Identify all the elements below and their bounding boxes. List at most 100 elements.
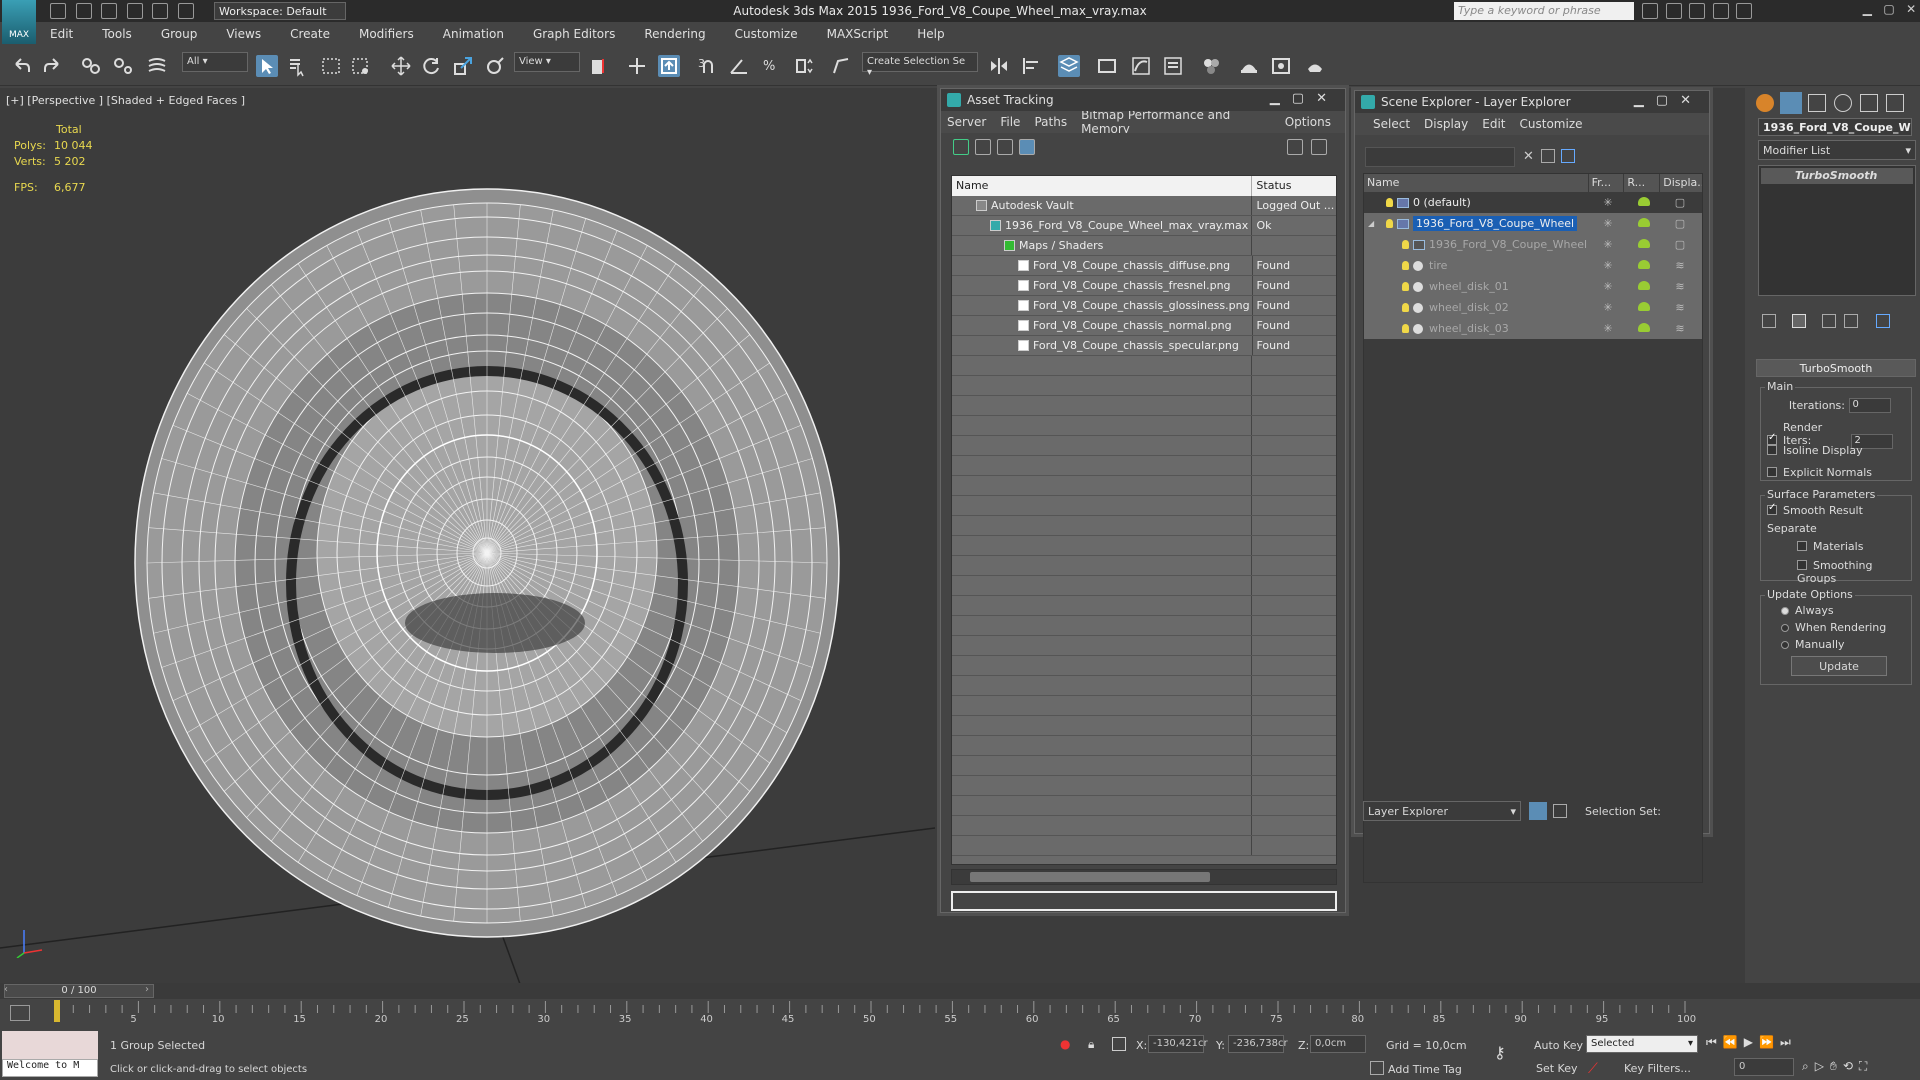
named-selection-set-dropdown[interactable]: Create Selection Se ▾ — [862, 52, 978, 78]
asset-table-row[interactable] — [952, 656, 1336, 676]
layer-mode-icon[interactable] — [1529, 802, 1547, 820]
orbit-icon[interactable]: ⟲ — [1843, 1059, 1859, 1073]
time-next-icon[interactable]: › — [145, 984, 149, 995]
vault-login-icon[interactable] — [1287, 139, 1303, 155]
freeze-snowflake-icon[interactable]: ✳ — [1590, 259, 1626, 272]
se-menu-select[interactable]: Select — [1373, 117, 1410, 131]
track-bar[interactable]: 5 10 15 20 25 30 35 40 45 50 55 60 65 70 75 80 85 90 95 100 — [0, 999, 1745, 1029]
se-col-freeze[interactable]: Fr... — [1589, 174, 1625, 192]
time-prev-icon[interactable]: ‹ — [4, 984, 8, 995]
binoculars-icon[interactable] — [1642, 3, 1658, 19]
maximize-icon[interactable]: ▢ — [1883, 2, 1894, 16]
close-icon[interactable]: ✕ — [1906, 2, 1916, 16]
scene-tree-row[interactable]: 1936_Ford_V8_Coupe_Wheel ✳ ▢ — [1364, 234, 1702, 255]
when-rendering-radio[interactable] — [1781, 624, 1789, 632]
scene-tree-row[interactable]: wheel_disk_02 ✳ ≋ — [1364, 297, 1702, 318]
menu-animation[interactable]: Animation — [429, 27, 519, 41]
render-production-icon[interactable] — [1304, 55, 1326, 77]
utilities-tab-icon[interactable] — [1886, 94, 1904, 112]
snaps-toggle-icon[interactable]: 3 — [696, 55, 718, 77]
manually-radio[interactable] — [1781, 641, 1789, 649]
smoothing-groups-checkbox[interactable] — [1797, 560, 1807, 570]
asset-table-row[interactable]: Ford_V8_Coupe_chassis_glossiness.png Foun… — [952, 296, 1336, 316]
exchange-icon[interactable] — [1712, 3, 1729, 19]
previous-frame-icon[interactable]: ⏪ — [1723, 1035, 1744, 1049]
redo-icon[interactable] — [42, 55, 64, 77]
save-file-icon[interactable] — [101, 3, 117, 19]
next-frame-icon[interactable]: ⏩ — [1759, 1035, 1780, 1049]
pin-stack-icon[interactable] — [1762, 314, 1776, 328]
freeze-snowflake-icon[interactable]: ✳ — [1590, 196, 1626, 209]
play-icon[interactable]: ▶ — [1744, 1035, 1759, 1049]
visibility-bulb-icon[interactable] — [1402, 282, 1409, 291]
asset-col-name[interactable]: Name — [952, 176, 1253, 196]
update-button[interactable]: Update — [1791, 656, 1887, 676]
visibility-bulb-icon[interactable] — [1386, 219, 1393, 228]
hierarchy-mode-icon[interactable] — [1553, 804, 1567, 818]
menu-help[interactable]: Help — [903, 27, 959, 41]
asset-table-row[interactable] — [952, 756, 1336, 776]
menu-tools[interactable]: Tools — [88, 27, 147, 41]
viewport-label[interactable]: [+] [Perspective ] [Shaded + Edged Faces… — [6, 94, 245, 107]
zoom-icon[interactable]: ⌕ — [1802, 1059, 1815, 1073]
render-setup-icon[interactable] — [1238, 55, 1260, 77]
display-mode-icon[interactable]: ≋ — [1662, 280, 1698, 293]
set-key-button[interactable]: Set Key — [1536, 1062, 1578, 1075]
asset-table-row[interactable] — [952, 356, 1336, 376]
scene-explorer-title-bar[interactable]: Scene Explorer - Layer Explorer ▁▢✕ — [1355, 91, 1709, 113]
bind-space-warp-icon[interactable] — [146, 55, 168, 77]
display-mode-icon[interactable]: ▢ — [1662, 238, 1698, 251]
redo-icon[interactable] — [152, 3, 168, 19]
menu-group[interactable]: Group — [147, 27, 213, 41]
menu-customize[interactable]: Customize — [721, 27, 813, 41]
scene-tree-row[interactable]: wheel_disk_01 ✳ ≋ — [1364, 276, 1702, 297]
communication-icon[interactable] — [1665, 3, 1682, 19]
scale-icon[interactable] — [452, 55, 474, 77]
object-name-field[interactable]: 1936_Ford_V8_Coupe_W — [1758, 118, 1912, 136]
x-coord-field[interactable]: -130,421cr — [1148, 1035, 1208, 1053]
modifier-stack-turbosmooth[interactable]: TurboSmooth — [1761, 168, 1913, 184]
visibility-bulb-icon[interactable] — [1402, 303, 1409, 312]
asset-scroll-thumb[interactable] — [970, 872, 1210, 882]
set-keys-icon[interactable]: ⟋ — [1588, 1061, 1598, 1077]
asset-table-row[interactable] — [952, 596, 1336, 616]
remove-modifier-icon[interactable] — [1844, 314, 1858, 328]
display-mode-icon[interactable]: ≋ — [1662, 259, 1698, 272]
menu-rendering[interactable]: Rendering — [630, 27, 720, 41]
app-logo-button[interactable]: MAX — [2, 0, 36, 44]
materials-checkbox[interactable] — [1797, 541, 1807, 551]
minimize-icon[interactable]: ▁ — [1863, 2, 1872, 16]
menu-graph-editors[interactable]: Graph Editors — [519, 27, 630, 41]
asset-menu-paths[interactable]: Paths — [1034, 115, 1067, 129]
asset-table-row[interactable] — [952, 836, 1336, 856]
go-to-start-icon[interactable]: ⏮ — [1706, 1035, 1723, 1049]
asset-table-row[interactable] — [952, 616, 1336, 636]
asset-table-row[interactable] — [952, 736, 1336, 756]
asset-table-row[interactable] — [952, 796, 1336, 816]
asset-menu-file[interactable]: File — [1000, 115, 1020, 129]
se-menu-edit[interactable]: Edit — [1482, 117, 1505, 131]
freeze-snowflake-icon[interactable]: ✳ — [1590, 301, 1626, 314]
motion-tab-icon[interactable] — [1834, 94, 1852, 112]
select-by-name-icon[interactable] — [286, 55, 308, 77]
se-col-render[interactable]: R... — [1624, 174, 1661, 192]
pivot-center-icon[interactable] — [588, 55, 610, 77]
current-frame-field[interactable]: 0 — [1734, 1058, 1794, 1076]
renderable-teapot-icon[interactable] — [1638, 218, 1650, 227]
key-filters-button[interactable]: Key Filters... — [1624, 1062, 1691, 1075]
asset-table-row[interactable]: Ford_V8_Coupe_chassis_specular.png Found — [952, 336, 1336, 356]
asset-table-row[interactable] — [952, 556, 1336, 576]
select-manipulate-icon[interactable] — [626, 55, 648, 77]
se-menu-display[interactable]: Display — [1424, 117, 1468, 131]
asset-horizontal-scrollbar[interactable] — [951, 869, 1337, 885]
table-view-icon[interactable] — [1019, 139, 1035, 155]
mirror-icon[interactable] — [988, 55, 1010, 77]
placement-icon[interactable] — [484, 55, 506, 77]
create-layer-icon[interactable] — [1561, 149, 1575, 163]
scene-tree-row[interactable]: 0 (default) ✳ ▢ — [1364, 192, 1702, 213]
open-file-icon[interactable] — [75, 3, 92, 19]
move-icon[interactable] — [390, 55, 412, 77]
explorer-type-dropdown[interactable]: Layer Explorer ▾ — [1363, 801, 1521, 821]
schematic-view-icon[interactable] — [1162, 55, 1184, 77]
maxscript-listener-mini[interactable]: Welcome to M — [2, 1031, 98, 1077]
